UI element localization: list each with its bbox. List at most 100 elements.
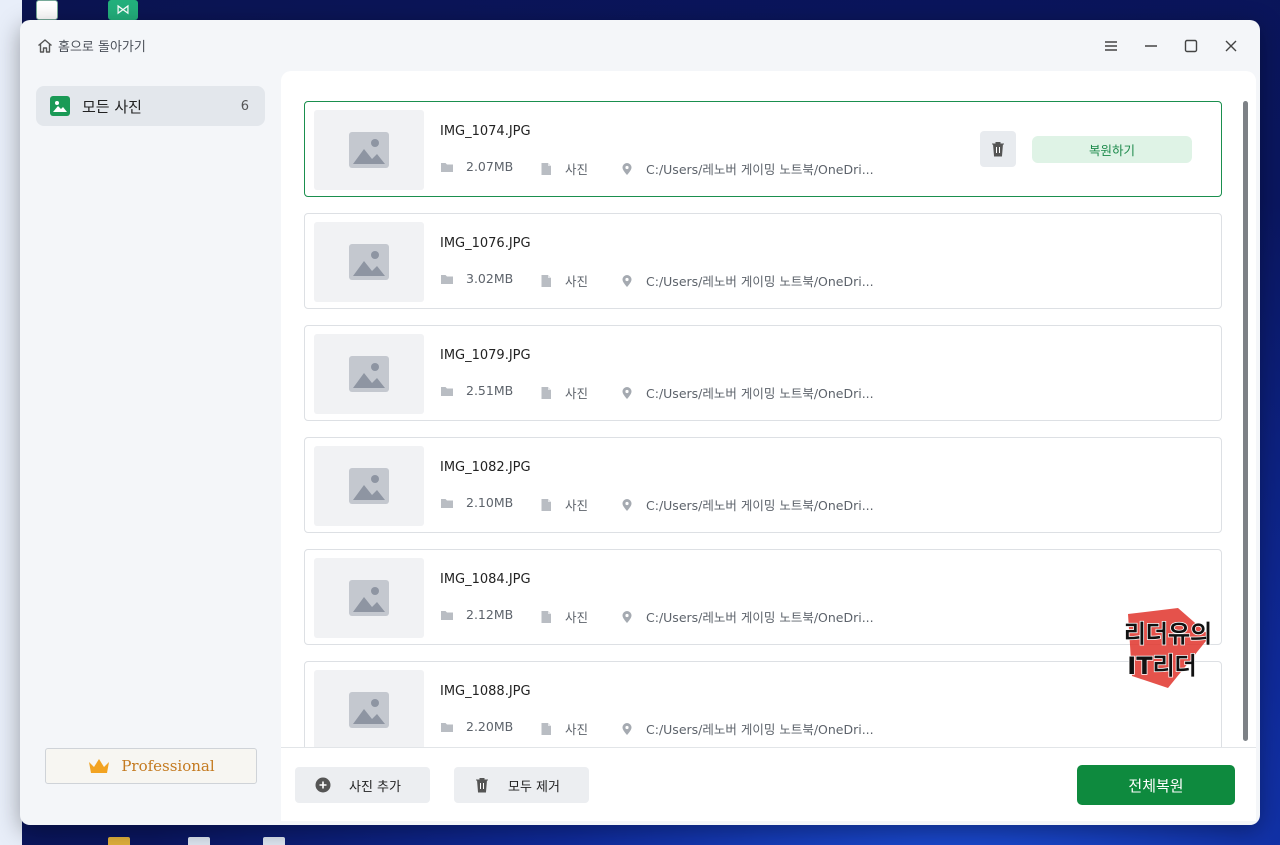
file-name: IMG_1076.JPG [440,236,531,251]
maximize-icon [1184,39,1198,53]
app-window: 홈으로 돌아가기 모든 사진 6 Professional IMG_1074.J… [20,20,1260,825]
file-path-value: C:/Users/레노버 게이밍 노트북/OneDri... [646,498,874,513]
file-card[interactable]: IMG_1076.JPG 3.02MB 사진 C:/Users/레노버 게이밍 … [304,213,1222,309]
file-icon [541,610,551,623]
menu-button[interactable] [1099,34,1123,58]
file-type-value: 사진 [565,274,589,289]
image-placeholder-icon [314,334,424,414]
location-pin-icon [622,610,632,623]
file-type: 사진 [539,719,588,738]
file-type: 사진 [539,495,588,514]
file-type-value: 사진 [565,498,589,513]
sidebar: 모든 사진 6 [36,86,265,126]
desktop-app-icon[interactable]: ⋈ [108,0,138,20]
location-pin-icon [622,498,632,511]
add-photos-label: 사진 추가 [349,779,401,795]
file-size: 2.07MB [440,159,513,174]
file-icon [541,386,551,399]
sidebar-item-count: 6 [240,98,249,114]
file-card[interactable]: IMG_1082.JPG 2.10MB 사진 C:/Users/레노버 게이밍 … [304,437,1222,533]
image-placeholder-icon [314,222,424,302]
file-size: 2.10MB [440,495,513,510]
file-path: C:/Users/레노버 게이밍 노트북/OneDri... [620,607,874,626]
file-list: IMG_1074.JPG 2.07MB 사진 C:/Users/레노버 게이밍 … [304,101,1222,747]
add-photos-button[interactable]: 사진 추가 [295,767,430,803]
image-placeholder-icon [314,670,424,747]
plus-circle-icon [315,777,331,793]
main-content: IMG_1074.JPG 2.07MB 사진 C:/Users/레노버 게이밍 … [281,71,1256,821]
taskbar-folder-icon[interactable] [108,837,130,845]
sidebar-item-label: 모든 사진 [82,97,142,116]
location-pin-icon [622,386,632,399]
minimize-icon [1145,45,1157,47]
file-card[interactable]: IMG_1084.JPG 2.12MB 사진 C:/Users/레노버 게이밍 … [304,549,1222,645]
file-type-value: 사진 [565,162,589,177]
file-size: 2.12MB [440,607,513,622]
file-icon [541,162,551,175]
file-name: IMG_1084.JPG [440,572,531,587]
file-path-value: C:/Users/레노버 게이밍 노트북/OneDri... [646,162,874,177]
recover-file-button[interactable]: 복원하기 [1032,136,1192,163]
folder-icon [441,722,453,732]
file-icon [541,498,551,511]
close-icon [1225,40,1237,52]
file-type-value: 사진 [565,610,589,625]
menu-icon [1105,41,1117,51]
desktop-app-icon[interactable] [36,0,58,20]
file-size-value: 2.20MB [466,719,514,734]
trash-icon [992,142,1004,157]
delete-file-button[interactable] [980,131,1016,167]
file-path-value: C:/Users/레노버 게이밍 노트북/OneDri... [646,722,874,737]
scrollbar[interactable] [1243,101,1248,741]
professional-label: Professional [121,757,215,775]
file-size: 3.02MB [440,271,513,286]
image-placeholder-icon [314,110,424,190]
remove-all-label: 모두 제거 [508,779,560,795]
folder-icon [441,162,453,172]
location-pin-icon [622,162,632,175]
file-name: IMG_1074.JPG [440,124,531,139]
titlebar: 홈으로 돌아가기 [20,20,1260,72]
file-size-value: 2.12MB [466,607,514,622]
watermark-logo: 리더유의 IT리더 [1123,608,1213,688]
location-pin-icon [622,722,632,735]
footer: 사진 추가 모두 제거 전체복원 [281,747,1256,821]
file-path-value: C:/Users/레노버 게이밍 노트북/OneDri... [646,274,874,289]
recover-all-button[interactable]: 전체복원 [1077,765,1235,805]
photo-icon [50,96,70,116]
folder-icon [441,498,453,508]
image-placeholder-icon [314,446,424,526]
minimize-button[interactable] [1139,34,1163,58]
file-name: IMG_1079.JPG [440,348,531,363]
home-label: 홈으로 돌아가기 [58,40,146,55]
close-button[interactable] [1219,34,1243,58]
sidebar-item-all-photos[interactable]: 모든 사진 6 [36,86,265,126]
file-size-value: 3.02MB [466,271,514,286]
file-type: 사진 [539,159,588,178]
file-card[interactable]: IMG_1088.JPG 2.20MB 사진 C:/Users/레노버 게이밍 … [304,661,1222,747]
file-name: IMG_1082.JPG [440,460,531,475]
file-size-value: 2.07MB [466,159,514,174]
file-icon [541,722,551,735]
home-button[interactable]: 홈으로 돌아가기 [36,36,146,55]
home-icon [38,38,52,53]
file-size-value: 2.51MB [466,383,514,398]
file-size: 2.20MB [440,719,513,734]
taskbar-app-icon[interactable] [188,837,210,845]
file-card[interactable]: IMG_1074.JPG 2.07MB 사진 C:/Users/레노버 게이밍 … [304,101,1222,197]
folder-icon [441,274,453,284]
file-type-value: 사진 [565,722,589,737]
taskbar-app-icon[interactable] [263,837,285,845]
remove-all-button[interactable]: 모두 제거 [454,767,589,803]
professional-button[interactable]: Professional [45,748,257,784]
file-path: C:/Users/레노버 게이밍 노트북/OneDri... [620,719,874,738]
file-name: IMG_1088.JPG [440,684,531,699]
file-path-value: C:/Users/레노버 게이밍 노트북/OneDri... [646,610,874,625]
desktop-icon-column [0,0,22,845]
file-card[interactable]: IMG_1079.JPG 2.51MB 사진 C:/Users/레노버 게이밍 … [304,325,1222,421]
watermark-line1: 리더유의 [1124,620,1212,648]
location-pin-icon [622,274,632,287]
maximize-button[interactable] [1179,34,1203,58]
file-type: 사진 [539,383,588,402]
file-icon [541,274,551,287]
